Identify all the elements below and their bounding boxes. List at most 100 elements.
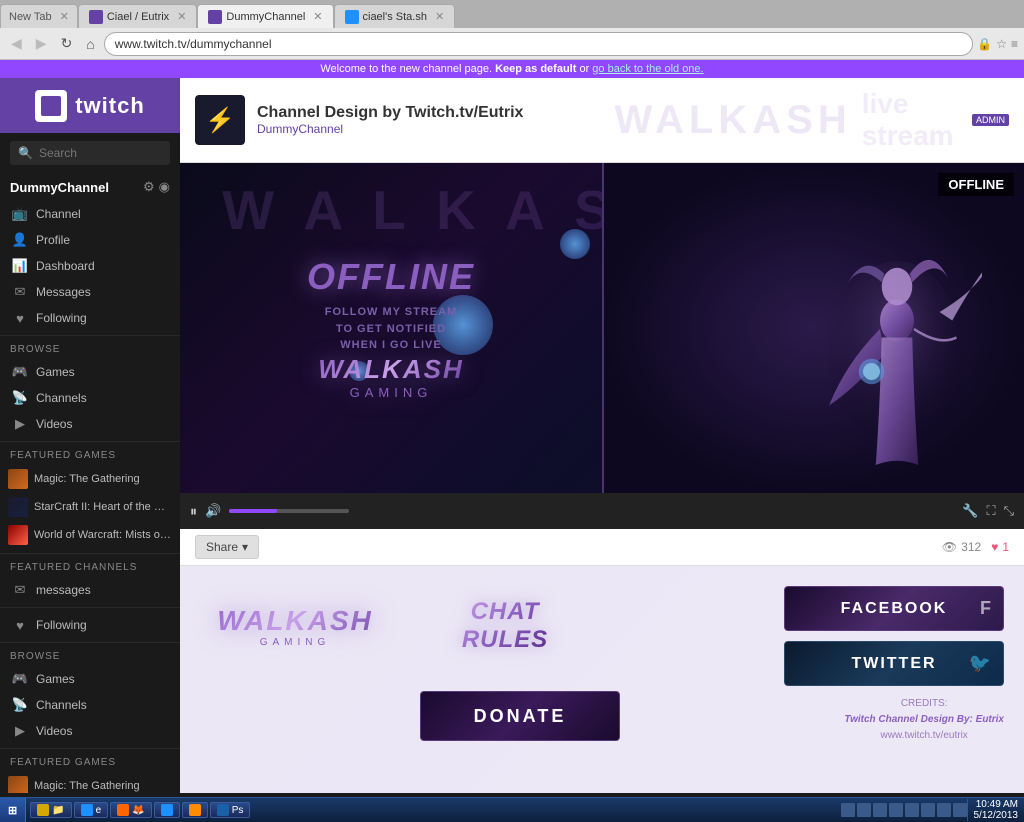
twitter-label: TWITTER [851,655,936,673]
sys-icon-2 [857,803,871,817]
go-back-link[interactable]: go back to the old one. [592,63,703,75]
address-text: www.twitch.tv/dummychannel [115,37,963,51]
search-box: 🔍 [0,133,180,173]
sidebar-item-messages[interactable]: ✉ Messages [0,279,180,305]
walkash-gaming-logo: WALKASH GAMING [318,354,463,400]
channels2-label: Channels [36,698,87,712]
facebook-button[interactable]: FACEBOOK f [784,586,1004,631]
expand-icon[interactable]: ⤡ [1004,503,1014,519]
ps-label: Ps [232,805,244,816]
live-stream-bg: live stream [862,88,972,152]
taskbar-item-media[interactable] [154,802,180,818]
walkash-main-text: WALKASH [217,605,373,637]
donate-button[interactable]: DONATE [420,691,620,741]
clock-date: 5/12/2013 [974,810,1019,821]
channel-content: WALKASH GAMING CHATRULES DONATE [180,566,1024,793]
mtg-label: Magic: The Gathering [34,473,140,485]
search-icon: 🔍 [18,146,33,160]
volume-icon: 🔊 [205,503,221,519]
twitch-logo[interactable]: twitch [0,78,180,133]
credits-line3: www.twitch.tv/eutrix [844,728,1004,744]
tab-bar: New Tab ✕ Ciael / Eutrix ✕ DummyChannel … [0,0,1024,28]
back-button[interactable]: ◀ [6,33,27,54]
keep-default-link[interactable]: Keep as default [495,63,576,75]
featured-game-wow[interactable]: World of Warcraft: Mists of Pandaria [0,521,180,549]
browser-chrome: New Tab ✕ Ciael / Eutrix ✕ DummyChannel … [0,0,1024,78]
admin-badge: ADMIN [972,114,1009,126]
sidebar-item-following[interactable]: ♥ Following [0,305,180,331]
sys-icon-8 [953,803,967,817]
tab-newtab[interactable]: New Tab ✕ [0,4,78,28]
video-inner[interactable]: W A L K A S H livestream OFFLINE FOLLOW … [180,163,1024,493]
dashboard-label: Dashboard [36,259,95,273]
search-input[interactable] [39,146,162,160]
taskbar-item-ie[interactable]: e [74,802,109,818]
facebook-icon: f [980,598,993,619]
volume-bar[interactable] [229,509,349,513]
home-button[interactable]: ⌂ [81,34,99,54]
sidebar-item-channels[interactable]: 📡 Channels [0,385,180,411]
taskbar-item-explorer[interactable]: 📁 [30,802,71,818]
tab-staish[interactable]: ciael's Sta.sh ✕ [334,4,456,28]
channels2-icon: 📡 [12,697,28,713]
forward-button[interactable]: ▶ [31,33,52,54]
featured-channels-header: FEATURED CHANNELS [0,558,180,577]
gaming-sub-text: GAMING [217,637,373,648]
twitter-bird-icon: 🐦 [969,653,993,674]
sidebar-item-dashboard[interactable]: 📊 Dashboard [0,253,180,279]
twitter-button[interactable]: TWITTER 🐦 [784,641,1004,686]
featured-game-sc2[interactable]: StarCraft II: Heart of the Swarm [0,493,180,521]
divider-1 [0,335,180,336]
sidebar-user: DummyChannel ⚙ ◉ [0,173,180,201]
sidebar-item-profile[interactable]: 👤 Profile [0,227,180,253]
taskbar-item-vlc[interactable] [182,802,208,818]
system-tray-icons [841,803,967,817]
menu-icon[interactable]: ≡ [1011,37,1018,51]
header-bg-text: WALKASH [615,98,852,143]
divider-5 [0,642,180,643]
credits-line2: Twitch Channel Design By: Eutrix [844,712,1004,728]
reload-button[interactable]: ↻ [56,33,78,54]
featured-game-mtg2[interactable]: Magic: The Gathering [0,772,180,793]
featured-game-mtg[interactable]: Magic: The Gathering [0,465,180,493]
sidebar-item-messages2[interactable]: ✉ messages [0,577,180,603]
sidebar-item-games2[interactable]: 🎮 Games [0,666,180,692]
start-button[interactable]: ⊞ [0,798,26,822]
view-count-value: 312 [961,540,981,554]
settings-icon[interactable]: ⚙ [143,179,155,195]
sys-icon-5 [905,803,919,817]
sidebar-item-channels2[interactable]: 📡 Channels [0,692,180,718]
taskbar-item-photoshop[interactable]: Ps [210,802,251,818]
heart-count: ♥ 1 [991,540,1009,554]
sidebar-item-videos2[interactable]: ▶ Videos [0,718,180,744]
share-button[interactable]: Share ▾ [195,535,259,559]
featured-games-header2: FEATURED GAMES [0,753,180,772]
following2-heart-icon: ♥ [12,617,28,633]
firefox-label: 🦊 [132,805,144,816]
fullscreen-icon[interactable]: ⛶ [986,503,995,519]
address-bar[interactable]: www.twitch.tv/dummychannel [104,32,974,56]
wrench-icon[interactable]: 🔧 [962,503,978,519]
chat-rules-img: CHATRULES [420,586,590,666]
star-icon[interactable]: ☆ [996,37,1007,51]
sidebar-item-following2[interactable]: ♥ Following [0,612,180,638]
tab-ciael[interactable]: Ciael / Eutrix ✕ [78,4,198,28]
wow-label: World of Warcraft: Mists of Pandaria [34,529,172,541]
sidebar-item-games[interactable]: 🎮 Games [0,359,180,385]
nav-icons: 🔒 ☆ ≡ [977,37,1018,51]
channel-header: ⚡ Channel Design by Twitch.tv/Eutrix Dum… [180,78,1024,163]
broadcast-icon[interactable]: ◉ [159,179,170,195]
walkash-gaming-img: WALKASH GAMING [200,586,390,666]
search-input-wrapper[interactable]: 🔍 [10,141,170,165]
games2-label: Games [36,672,75,686]
sidebar-item-channel[interactable]: 📺 Channel [0,201,180,227]
tab-dummychannel[interactable]: DummyChannel ✕ [197,4,333,28]
play-pause-button[interactable]: ⏸ [190,503,197,520]
sidebar-item-videos[interactable]: ▶ Videos [0,411,180,437]
channel-name-link[interactable]: DummyChannel [257,122,615,136]
chat-rules-display: CHATRULES [462,598,548,654]
taskbar-item-firefox[interactable]: 🦊 [110,802,151,818]
following-label: Following [36,311,87,325]
channels-icon: 📡 [12,390,28,406]
messages-icon: ✉ [12,284,28,300]
